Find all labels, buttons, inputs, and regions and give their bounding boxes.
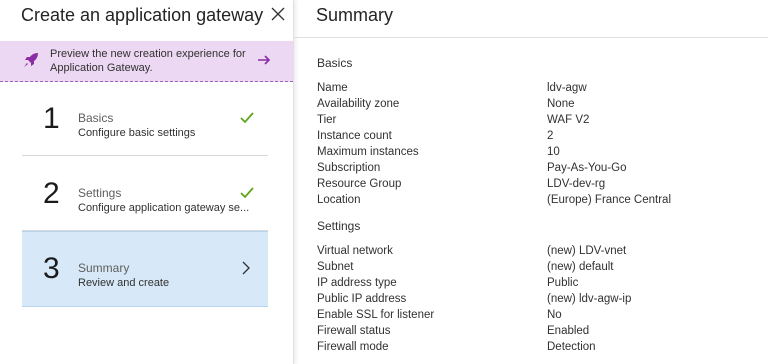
row-label: Availability zone bbox=[317, 98, 400, 110]
row-value: 2 bbox=[547, 130, 554, 142]
row-label: Instance count bbox=[317, 130, 392, 142]
row-value: No bbox=[547, 309, 562, 321]
row-value: (new) LDV-vnet bbox=[547, 245, 627, 257]
summary-row: Maximum instances 10 bbox=[317, 146, 757, 162]
summary-row: Availability zone None bbox=[317, 98, 757, 114]
row-value: None bbox=[547, 98, 575, 110]
arrow-right-icon[interactable] bbox=[257, 53, 271, 67]
row-label: Subscription bbox=[317, 162, 381, 174]
step-basics[interactable]: 1 Basics Configure basic settings bbox=[22, 82, 268, 156]
step-number: 2 bbox=[43, 177, 60, 210]
step-description: Review and create bbox=[78, 277, 170, 289]
summary-row: Subscription Pay-As-You-Go bbox=[317, 162, 757, 178]
row-value: WAF V2 bbox=[547, 114, 590, 126]
wizard-title: Create an application gateway bbox=[21, 5, 264, 25]
step-name: Basics bbox=[78, 111, 114, 125]
row-value: (Europe) France Central bbox=[547, 194, 671, 206]
row-value: LDV-dev-rg bbox=[547, 178, 606, 190]
summary-divider bbox=[294, 37, 768, 38]
step-settings[interactable]: 2 Settings Configure application gateway… bbox=[22, 157, 268, 231]
step-number: 1 bbox=[43, 102, 60, 135]
row-label: Enable SSL for listener bbox=[317, 309, 435, 321]
row-label: Tier bbox=[317, 114, 337, 126]
row-label: Subnet bbox=[317, 261, 354, 273]
row-value: 10 bbox=[547, 146, 560, 158]
summary-row: Tier WAF V2 bbox=[317, 114, 757, 130]
summary-title: Summary bbox=[316, 5, 394, 25]
row-label: Resource Group bbox=[317, 178, 402, 190]
check-icon bbox=[240, 187, 254, 199]
section-settings-heading: Settings bbox=[317, 219, 361, 233]
row-value: Pay-As-You-Go bbox=[547, 162, 627, 174]
chevron-right-icon bbox=[242, 261, 250, 275]
wizard-header: Create an application gateway bbox=[0, 0, 293, 40]
row-label: Name bbox=[317, 82, 348, 94]
row-label: Firewall status bbox=[317, 325, 391, 337]
row-value: Public bbox=[547, 277, 579, 289]
row-value: Enabled bbox=[547, 325, 590, 337]
summary-row: Subnet (new) default bbox=[317, 261, 757, 277]
summary-row: IP address type Public bbox=[317, 277, 757, 293]
row-label: Maximum instances bbox=[317, 146, 419, 158]
summary-panel: Summary Basics Name ldv-agw Availability… bbox=[294, 0, 768, 364]
check-icon bbox=[240, 112, 254, 124]
row-label: Location bbox=[317, 194, 361, 206]
wizard-panel: Create an application gateway Preview th… bbox=[0, 0, 294, 364]
row-label: Public IP address bbox=[317, 293, 407, 305]
step-description: Configure basic settings bbox=[78, 127, 196, 139]
row-label: IP address type bbox=[317, 277, 397, 289]
summary-row: Enable SSL for listener No bbox=[317, 309, 757, 325]
row-value: (new) ldv-agw-ip bbox=[547, 293, 632, 305]
summary-row: Name ldv-agw bbox=[317, 82, 757, 98]
step-name: Settings bbox=[78, 186, 122, 200]
row-label: Virtual network bbox=[317, 245, 393, 257]
row-label: Firewall mode bbox=[317, 341, 389, 353]
row-value: Detection bbox=[547, 341, 596, 353]
summary-row: Location (Europe) France Central bbox=[317, 194, 757, 210]
summary-row: Instance count 2 bbox=[317, 130, 757, 146]
summary-row: Virtual network (new) LDV-vnet bbox=[317, 245, 757, 261]
preview-banner-text: Preview the new creation experience for … bbox=[50, 48, 246, 74]
summary-row: Resource Group LDV-dev-rg bbox=[317, 178, 757, 194]
close-icon[interactable] bbox=[270, 6, 286, 22]
step-number: 3 bbox=[43, 252, 60, 285]
preview-banner[interactable]: Preview the new creation experience for … bbox=[0, 41, 293, 82]
rocket-icon bbox=[24, 53, 38, 67]
step-summary[interactable]: 3 Summary Review and create bbox=[22, 231, 268, 307]
section-basics-heading: Basics bbox=[317, 56, 353, 70]
summary-row: Firewall status Enabled bbox=[317, 325, 757, 341]
summary-row: Firewall mode Detection bbox=[317, 341, 757, 357]
summary-row: Public IP address (new) ldv-agw-ip bbox=[317, 293, 757, 309]
step-name: Summary bbox=[78, 261, 130, 275]
row-value: (new) default bbox=[547, 261, 614, 273]
row-value: ldv-agw bbox=[547, 82, 587, 94]
step-description: Configure application gateway se... bbox=[78, 202, 250, 214]
